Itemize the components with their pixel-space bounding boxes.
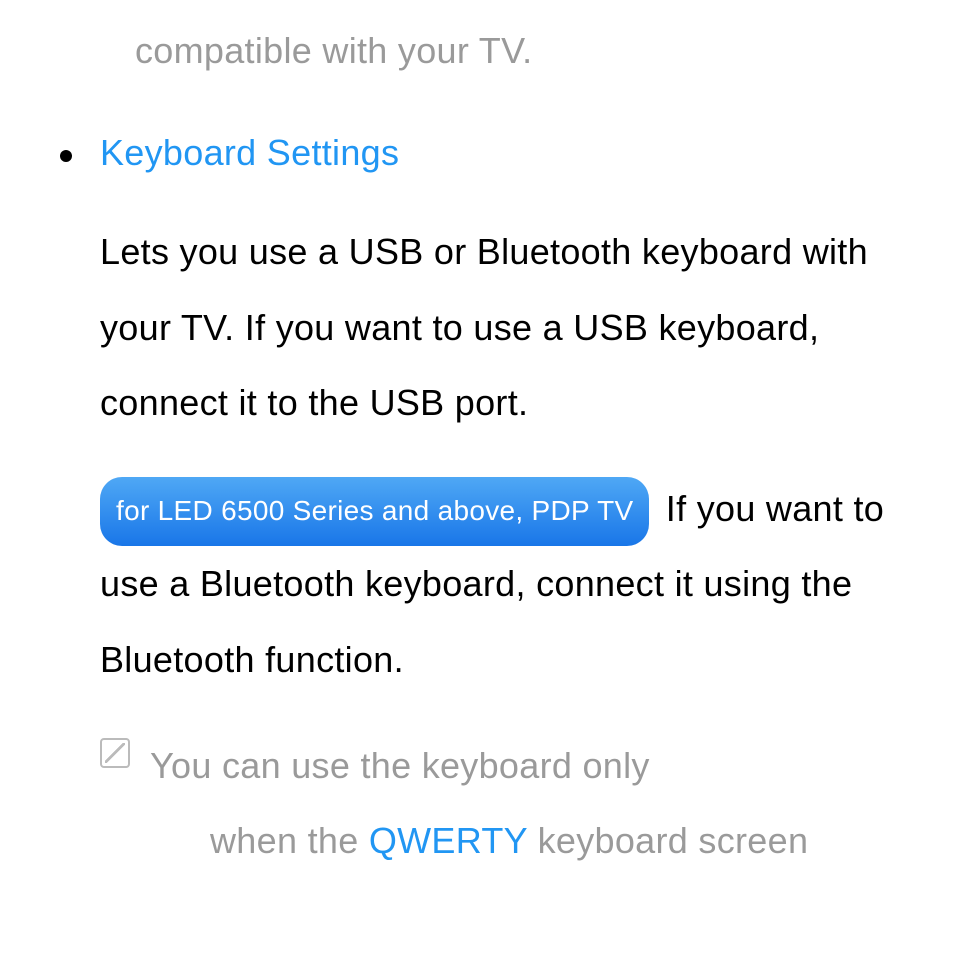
note-line-2-suffix: keyboard screen (527, 820, 808, 861)
bullet-icon (60, 150, 72, 162)
note-icon (100, 738, 130, 768)
note-highlight: QWERTY (369, 820, 528, 861)
section-heading: Keyboard Settings (100, 132, 399, 174)
prev-page-fragment: compatible with your TV. (135, 30, 914, 72)
list-item: Keyboard Settings (60, 132, 914, 174)
note-block: You can use the keyboard only when the Q… (100, 728, 914, 879)
note-line-2-prefix: when the (210, 820, 369, 861)
note-text-container: You can use the keyboard only when the Q… (150, 728, 808, 879)
note-line-2: when the QWERTY keyboard screen (210, 803, 808, 879)
note-line-1: You can use the keyboard only (150, 728, 808, 804)
document-content: compatible with your TV. Keyboard Settin… (0, 0, 954, 879)
model-pill: for LED 6500 Series and above, PDP TV (100, 477, 649, 546)
paragraph-2: for LED 6500 Series and above, PDP TV If… (100, 471, 914, 698)
paragraph-1: Lets you use a USB or Bluetooth keyboard… (100, 214, 914, 441)
